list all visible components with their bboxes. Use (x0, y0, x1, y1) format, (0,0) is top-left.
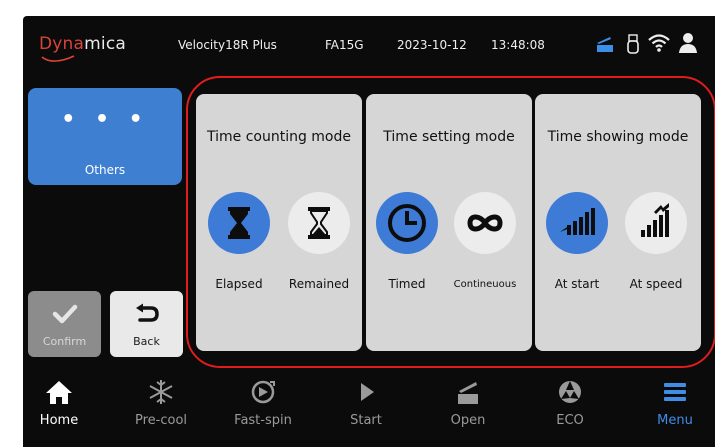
nav-start[interactable]: Start (316, 373, 416, 447)
nav-home[interactable]: Home (23, 373, 109, 447)
snowflake-icon (149, 380, 173, 404)
bottom-nav: Home Pre-cool Fast-spin Start Open ECO M… (23, 373, 715, 447)
status-bar: Dynamica Velocity18R Plus FA15G 2023-10-… (23, 16, 715, 72)
nav-label: Home (39, 413, 79, 428)
nav-label: Start (350, 413, 382, 428)
model-name: Velocity18R Plus (178, 38, 277, 52)
back-button[interactable]: Back (110, 291, 183, 357)
time-text: 13:48:08 (491, 38, 545, 52)
device-screen: Dynamica Velocity18R Plus FA15G 2023-10-… (23, 16, 715, 447)
nav-label: ECO (556, 413, 584, 428)
user-icon[interactable] (678, 32, 698, 54)
menu-icon (664, 383, 686, 401)
date-text: 2023-10-12 (397, 38, 467, 52)
nav-eco[interactable]: ECO (520, 373, 620, 447)
nav-label: Fast-spin (234, 413, 292, 428)
confirm-label: Confirm (42, 335, 87, 348)
nav-open[interactable]: Open (418, 373, 518, 447)
usb-icon (627, 34, 639, 54)
eco-icon (559, 381, 581, 403)
back-arrow-icon (136, 303, 159, 322)
confirm-button[interactable]: Confirm (28, 291, 101, 357)
fast-spin-icon (251, 380, 275, 404)
checkmark-icon (52, 304, 78, 324)
rotor-name: FA15G (325, 38, 364, 52)
play-icon (361, 383, 374, 401)
nav-pre-cool[interactable]: Pre-cool (111, 373, 211, 447)
nav-fast-spin[interactable]: Fast-spin (213, 373, 313, 447)
open-lid-icon (597, 37, 613, 52)
nav-label: Menu (657, 413, 693, 428)
brand-logo: Dynamica (39, 34, 127, 54)
others-label: Others (84, 163, 126, 177)
open-lid-icon (458, 382, 478, 404)
more-dots-icon: • • • (61, 107, 149, 132)
back-label: Back (133, 335, 160, 348)
highlight-outline (186, 76, 715, 368)
nav-label: Open (450, 413, 486, 428)
nav-menu[interactable]: Menu (625, 373, 715, 447)
wifi-icon (648, 34, 670, 52)
nav-label: Pre-cool (134, 413, 188, 428)
home-icon (46, 381, 72, 404)
logo-swoosh-icon (41, 55, 75, 62)
others-button[interactable]: • • • Others (28, 88, 182, 185)
